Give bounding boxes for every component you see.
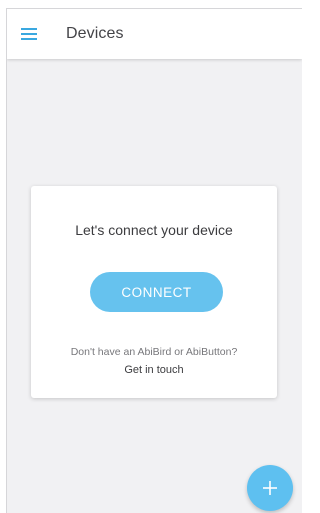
app-bar: Devices <box>7 9 302 59</box>
connect-device-card: Let's connect your device CONNECT Don't … <box>31 186 277 398</box>
connect-button[interactable]: CONNECT <box>90 272 223 312</box>
page-title: Devices <box>66 25 124 42</box>
help-text: Don't have an AbiBird or AbiButton? <box>70 346 238 358</box>
get-in-touch-link[interactable]: Get in touch <box>31 364 277 376</box>
plus-icon <box>263 481 277 495</box>
add-device-button[interactable] <box>247 465 293 511</box>
hamburger-menu-icon <box>21 28 37 40</box>
menu-button[interactable] <box>7 9 51 59</box>
card-heading: Let's connect your device <box>75 222 233 238</box>
devices-screen: Devices Let's connect your device CONNEC… <box>6 8 302 513</box>
